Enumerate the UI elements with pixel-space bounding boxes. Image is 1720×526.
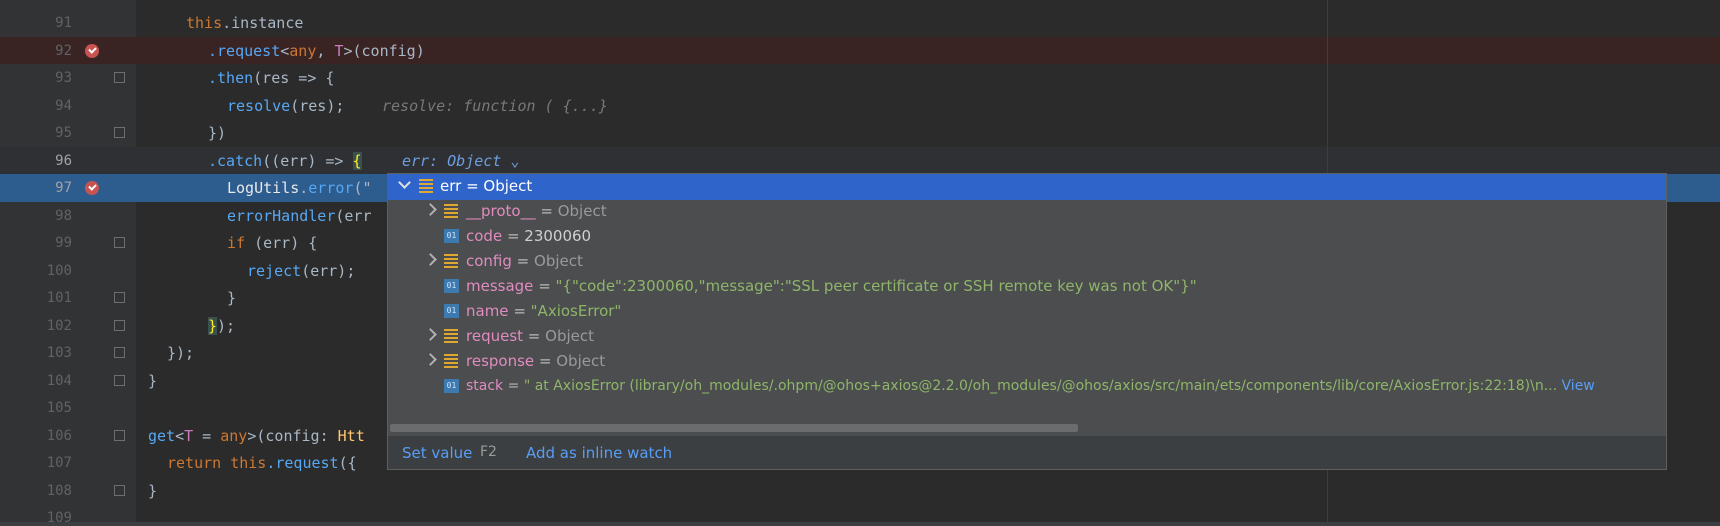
editor-bottom-border	[0, 522, 1720, 526]
tree-node-proto[interactable]: __proto__ = Object	[388, 199, 1666, 224]
code-text: }	[148, 371, 158, 390]
code-line-96[interactable]: 96 .catch((err) => { err: Object ⌄	[0, 146, 1720, 174]
code-line-92[interactable]: 92 .request<any, T>(config)	[0, 36, 1720, 64]
line-number: 108	[46, 482, 72, 499]
code-text: });	[208, 316, 236, 335]
object-icon	[444, 354, 458, 368]
object-icon	[419, 179, 433, 193]
line-number: 103	[46, 345, 72, 361]
node-label: config = Object	[466, 252, 583, 270]
tree-node-message[interactable]: 01 message = "{"code":2300060,"message":…	[388, 274, 1666, 299]
tree-node-stack[interactable]: 01 stack = " at AxiosError (library/oh_m…	[388, 374, 1666, 399]
primitive-icon: 01	[444, 304, 459, 318]
set-value-link[interactable]: Set value	[402, 444, 472, 462]
breakpoint-icon[interactable]	[85, 43, 99, 58]
fold-icon[interactable]	[114, 319, 125, 331]
line-number: 91	[55, 15, 72, 31]
code-text: return this.request({	[167, 454, 366, 472]
chevron-down-icon[interactable]	[398, 176, 411, 189]
fold-icon[interactable]	[114, 292, 125, 303]
line-number: 102	[46, 317, 72, 334]
code-text: LogUtils.error("	[227, 179, 372, 197]
tree-node-request[interactable]: request = Object	[388, 324, 1666, 349]
line-number: 105	[46, 400, 72, 416]
object-icon	[444, 204, 458, 218]
code-text: }	[227, 289, 237, 307]
code-line-91[interactable]: 91 this.instance	[0, 9, 1720, 37]
code-line-95[interactable]: 95 })	[0, 119, 1720, 147]
tree-node-config[interactable]: config = Object	[388, 249, 1666, 274]
line-number: 95	[55, 125, 72, 141]
popup-footer: Set value F2 Add as inline watch	[388, 436, 1666, 469]
code-line-94[interactable]: 94 resolve(res); resolve: function ( {..…	[0, 92, 1720, 120]
fold-icon[interactable]	[114, 127, 125, 138]
code-text: reject(err);	[247, 261, 356, 280]
node-label: message = "{"code":2300060,"message":"SS…	[466, 277, 1197, 295]
line-number: 94	[55, 97, 72, 114]
view-link[interactable]: View	[1562, 378, 1595, 394]
line-number: 107	[46, 455, 72, 471]
tree-node-name[interactable]: 01 name = "AxiosError"	[388, 299, 1666, 324]
code-text: })	[208, 124, 227, 142]
code-text: .catch((err) => {	[208, 151, 362, 170]
fold-icon[interactable]	[114, 347, 125, 358]
line-number: 98	[55, 207, 72, 224]
line-number: 104	[46, 372, 72, 389]
fold-icon[interactable]	[114, 237, 125, 248]
fold-icon[interactable]	[114, 72, 125, 83]
code-text: resolve(res);	[227, 96, 345, 115]
debug-value-popup[interactable]: err = Object __proto__ = Object 01 code …	[387, 173, 1667, 470]
chevron-right-icon[interactable]	[424, 328, 437, 341]
line-number: 106	[46, 427, 72, 444]
inline-hint: resolve: function ( {...}	[382, 96, 608, 115]
chevron-right-icon[interactable]	[424, 253, 437, 266]
line-number: 100	[46, 262, 72, 279]
code-text: if (err) {	[227, 234, 318, 252]
tree-node-response[interactable]: response = Object	[388, 349, 1666, 374]
node-label: request = Object	[466, 327, 594, 345]
line-number: 92	[55, 42, 72, 59]
code-text: errorHandler(err	[227, 206, 372, 225]
primitive-icon: 01	[444, 379, 459, 393]
inline-value[interactable]: err: Object ⌄	[402, 151, 519, 171]
node-label: stack = " at AxiosError (library/oh_modu…	[466, 378, 1595, 394]
code-text: .request<any, T>(config)	[208, 41, 425, 60]
primitive-icon: 01	[444, 279, 459, 293]
object-icon	[444, 254, 458, 268]
code-text: get<T = any>(config: Htt	[148, 426, 365, 445]
line-number: 97	[55, 180, 72, 196]
code-text: });	[167, 344, 195, 362]
line-number: 99	[55, 235, 72, 251]
chevron-right-icon[interactable]	[424, 353, 437, 366]
horizontal-scrollbar[interactable]	[390, 424, 1078, 432]
code-text: this.instance	[186, 14, 304, 32]
line-number: 101	[46, 290, 72, 306]
node-label: __proto__ = Object	[466, 202, 607, 220]
node-label: code = 2300060	[466, 227, 592, 245]
fold-icon[interactable]	[114, 429, 125, 441]
shortcut-label: F2	[480, 444, 497, 460]
fold-icon[interactable]	[114, 374, 125, 386]
fold-icon[interactable]	[114, 484, 125, 496]
object-icon	[444, 329, 458, 343]
node-label: err = Object	[440, 177, 533, 195]
breakpoint-icon[interactable]	[85, 181, 99, 195]
line-number: 96	[55, 152, 72, 169]
tree-node-code[interactable]: 01 code = 2300060	[388, 224, 1666, 249]
node-label: response = Object	[466, 352, 606, 370]
tree-node-root[interactable]: err = Object	[388, 174, 1666, 199]
code-line-93[interactable]: 93 .then(res => {	[0, 64, 1720, 92]
chevron-right-icon[interactable]	[424, 203, 437, 216]
code-line-108[interactable]: 108 }	[0, 477, 1720, 505]
node-label: name = "AxiosError"	[466, 302, 622, 320]
line-number: 93	[55, 70, 72, 86]
code-text: .then(res => {	[208, 69, 335, 87]
add-inline-watch-link[interactable]: Add as inline watch	[526, 444, 672, 462]
code-text: }	[148, 481, 158, 500]
primitive-icon: 01	[444, 229, 459, 243]
chevron-down-icon[interactable]: ⌄	[510, 152, 519, 170]
